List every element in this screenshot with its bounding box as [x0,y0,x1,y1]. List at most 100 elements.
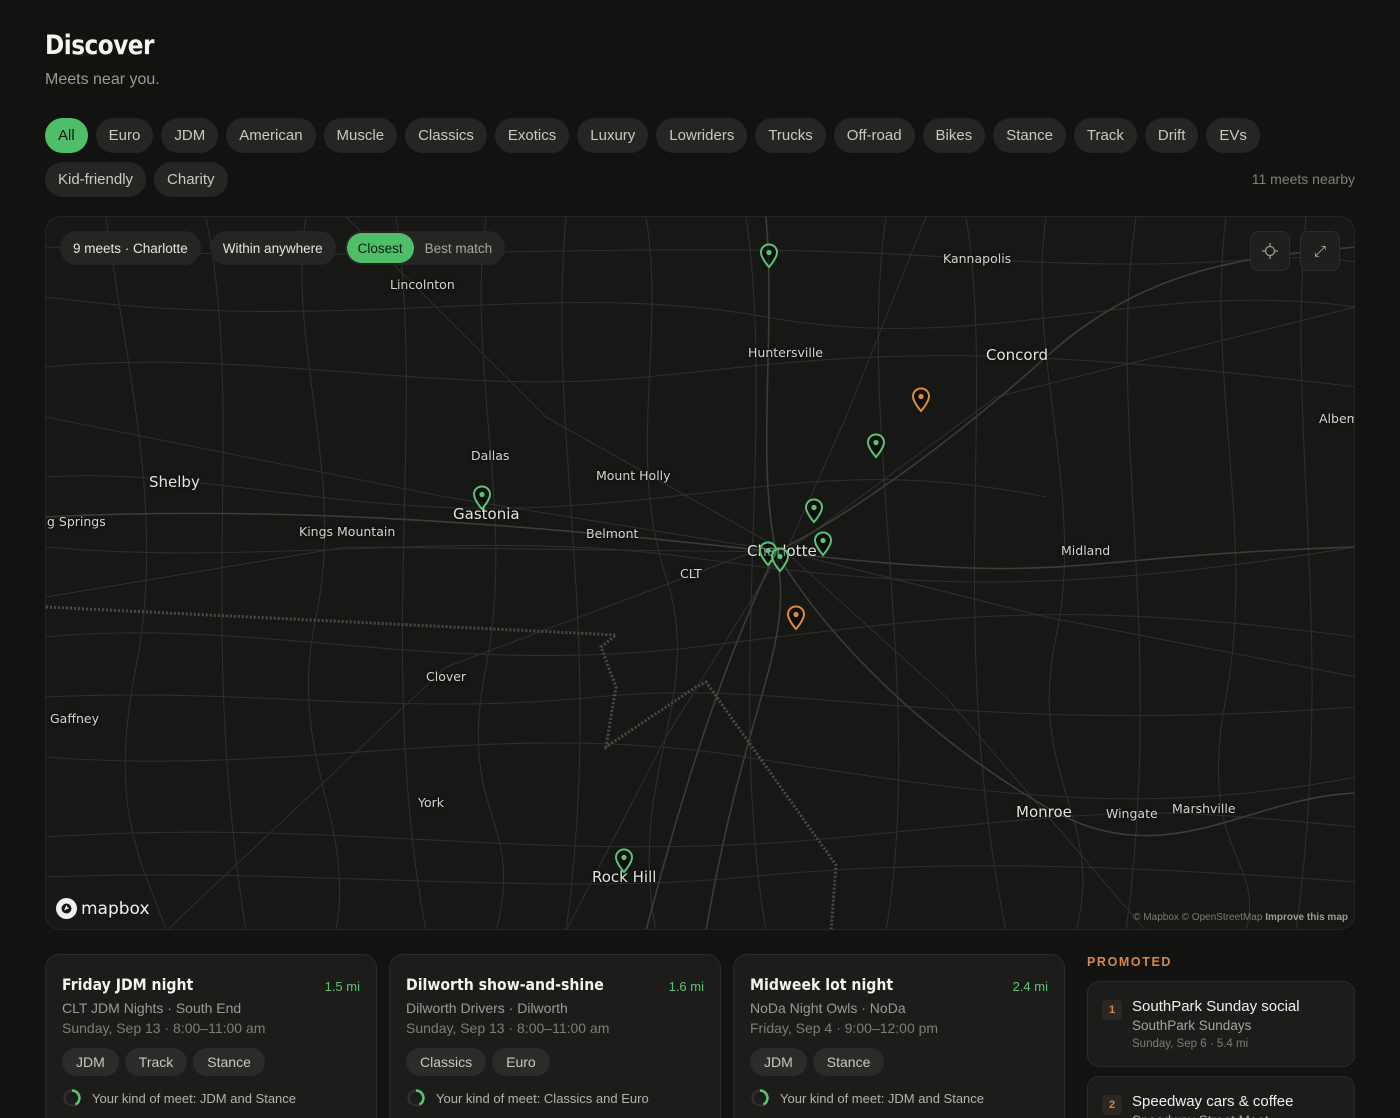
mapbox-logo[interactable]: mapbox [56,898,150,919]
map-pin-icon[interactable] [759,243,779,269]
promoted-body: Speedway cars & coffee Speedway Street Me… [1132,1093,1293,1118]
map-attribution: © Mapbox © OpenStreetMap Improve this ma… [1133,912,1348,923]
filter-chip-all[interactable]: All [45,118,88,153]
location-pill[interactable]: 9 meets · Charlotte [60,231,201,265]
city-label: Marshville [1172,801,1236,816]
map-pin-icon[interactable] [813,531,833,557]
card-match: Your kind of meet: JDM and Stance [62,1088,360,1108]
improve-map-link[interactable]: Improve this map [1265,912,1348,923]
card-distance: 2.4 mi [1012,979,1048,994]
map-pin-icon[interactable] [770,547,790,573]
card-tag: Stance [193,1048,265,1076]
filter-chip-drift[interactable]: Drift [1144,118,1199,153]
promoted-organizer: Speedway Street Meet [1132,1113,1293,1118]
city-label: Concord [986,346,1049,364]
card-tag: Classics [406,1048,487,1076]
map-controls: 9 meets · Charlotte Within anywhere Clos… [60,231,506,265]
city-label: Huntersville [748,345,823,360]
card-tag: Euro [492,1048,550,1076]
map-pin-icon[interactable] [786,605,806,631]
card-tags: JDM Track Stance [62,1048,360,1076]
filter-chip-charity[interactable]: Charity [154,162,228,197]
card-tag: JDM [62,1048,119,1076]
expand-icon: ⤢ [1313,242,1326,260]
page-subtitle: Meets near you. [45,71,160,88]
card-tags: Classics Euro [406,1048,704,1076]
card-organizer: Dilworth Drivers · Dilworth [406,1000,568,1016]
mapbox-logo-icon [56,898,77,919]
filter-chip-jdm[interactable]: JDM [161,118,219,153]
promoted-meta: Sunday, Sep 6 · 5.4 mi [1132,1038,1249,1050]
card-title: Midweek lot night [750,975,894,994]
locate-button[interactable] [1250,231,1290,271]
promoted-organizer: SouthPark Sundays [1132,1018,1252,1033]
card-tag: JDM [750,1048,807,1076]
mapbox-logo-text: mapbox [81,898,150,919]
filter-row-2: Kid-friendly Charity [45,162,1355,197]
card-match: Your kind of meet: JDM and Stance [750,1088,1048,1108]
card-match-text: Your kind of meet: JDM and Stance [780,1090,985,1106]
city-label: York [418,795,445,810]
city-label: Shelby [149,473,200,491]
filter-chip-track[interactable]: Track [1073,118,1137,153]
card-title: Dilworth show-and-shine [406,975,604,994]
card-date: Sunday, Sep 13 · 8:00–11:00 am [62,1020,266,1036]
filter-chip-bikes[interactable]: Bikes [922,118,986,153]
city-label: Kannapolis [943,251,1012,266]
meets-map[interactable]: Kannapolis Lincolnton Huntersville Conco… [45,216,1355,930]
card-distance: 1.5 mi [324,979,360,994]
card-tag: Track [124,1048,188,1076]
city-label: Midland [1061,543,1111,558]
card-tags: JDM Stance [750,1048,1048,1076]
map-pin-icon[interactable] [866,433,886,459]
city-label: Gaffney [50,711,99,726]
promoted-item[interactable]: 2 Speedway cars & coffee Speedway Street M… [1087,1076,1355,1118]
crosshair-icon [1262,243,1278,259]
expand-map-button[interactable]: ⤢ [1300,231,1340,271]
filter-chip-euro[interactable]: Euro [95,118,154,153]
filter-chip-stance[interactable]: Stance [993,118,1066,153]
map-pin-icon[interactable] [614,848,634,874]
card-tag: Stance [812,1048,885,1076]
match-ring-icon [751,1089,769,1107]
match-ring-icon [407,1089,425,1107]
filter-chip-muscle[interactable]: Muscle [323,118,398,153]
promoted-rank: 1 [1102,1000,1122,1020]
city-label: Clover [426,669,467,684]
card-match: Your kind of meet: Classics and Euro [406,1088,704,1108]
radius-pill[interactable]: Within anywhere [209,231,336,265]
city-label: Dallas [471,448,510,463]
card-match-text: Your kind of meet: Classics and Euro [436,1090,649,1106]
promoted-item[interactable]: 1 SouthPark Sunday social SouthPark Sunday… [1087,981,1355,1067]
filter-row-1: All Euro JDM American Muscle Classics Exotics L… [45,118,1355,153]
filter-chip-classics[interactable]: Classics [405,118,487,153]
meet-card[interactable]: Dilworth show-and-shine 1.6 mi Dilworth Dr… [389,954,721,1118]
meets-nearby-count: 11 meets nearby [1251,171,1355,187]
filter-chip-lowriders[interactable]: Lowriders [656,118,748,153]
promoted-title: SouthPark Sunday social [1132,998,1300,1015]
sort-closest[interactable]: Closest [346,233,414,263]
map-pin-icon[interactable] [804,498,824,524]
map-pin-icon[interactable] [911,387,931,413]
filter-chip-kid-friendly[interactable]: Kid-friendly [45,162,147,197]
page-header: Discover Meets near you. [45,30,172,89]
promoted-rank: 2 [1102,1095,1122,1115]
card-match-text: Your kind of meet: JDM and Stance [92,1090,297,1106]
city-label: Albem [1319,411,1355,426]
filter-chip-luxury[interactable]: Luxury [577,118,649,153]
filter-chip-trucks[interactable]: Trucks [755,118,826,153]
card-organizer: NoDa Night Owls · NoDa [750,1000,906,1016]
sort-best-match[interactable]: Best match [414,233,504,263]
map-pin-icon[interactable] [472,485,492,511]
filter-chip-evs[interactable]: EVs [1206,118,1260,153]
card-date: Friday, Sep 4 · 9:00–12:00 pm [750,1020,939,1036]
meet-card[interactable]: Friday JDM night 1.5 mi CLT JDM Nights · S… [45,954,377,1118]
card-distance: 1.6 mi [668,979,704,994]
city-label: Kings Mountain [299,524,396,539]
city-label: Belmont [586,526,639,541]
filter-chip-american[interactable]: American [226,118,316,153]
filter-chip-off-road[interactable]: Off-road [833,118,915,153]
filter-chip-exotics[interactable]: Exotics [494,118,570,153]
meet-card[interactable]: Midweek lot night 2.4 mi NoDa Night Owls ·… [733,954,1065,1118]
city-label: Mount Holly [596,468,671,483]
